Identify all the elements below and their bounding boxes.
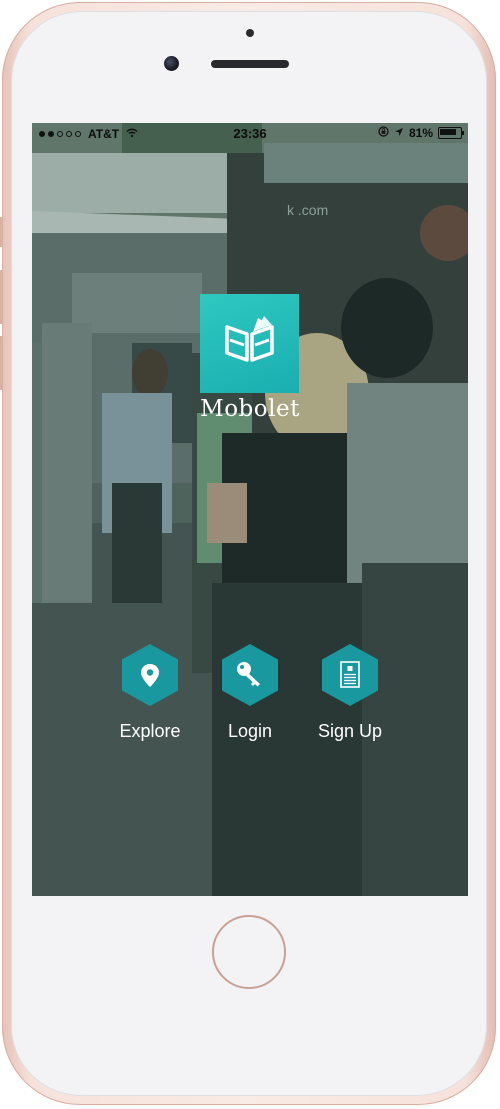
orientation-lock-icon xyxy=(378,126,389,140)
battery-percent: 81% xyxy=(408,126,433,140)
app-logo xyxy=(200,294,299,393)
hexagon-button[interactable] xyxy=(221,643,279,707)
app-name: Mobolet xyxy=(200,396,300,422)
mute-switch xyxy=(0,217,3,247)
earpiece-speaker xyxy=(211,60,289,68)
status-bar: AT&T 23:36 81% xyxy=(32,123,468,143)
login-button[interactable]: Login xyxy=(200,643,300,742)
proximity-sensor xyxy=(246,29,254,37)
front-camera xyxy=(164,56,179,71)
battery-icon xyxy=(438,127,464,139)
hexagon-button[interactable] xyxy=(321,643,379,707)
volume-up-button xyxy=(0,270,3,324)
login-label[interactable]: Login xyxy=(200,721,300,742)
home-button[interactable] xyxy=(212,915,286,989)
app-screen: k .com AT&T 23:36 81% Mobolet Explore Lo… xyxy=(32,123,468,896)
location-arrow-icon xyxy=(394,126,404,140)
hexagon-button[interactable] xyxy=(121,643,179,707)
explore-label[interactable]: Explore xyxy=(100,721,200,742)
volume-down-button xyxy=(0,336,3,390)
tint-overlay xyxy=(32,123,468,896)
signup-button[interactable]: Sign Up xyxy=(300,643,400,742)
signup-label[interactable]: Sign Up xyxy=(300,721,400,742)
status-right: 81% xyxy=(378,126,464,140)
open-book-icon xyxy=(225,316,274,362)
explore-button[interactable]: Explore xyxy=(100,643,200,742)
